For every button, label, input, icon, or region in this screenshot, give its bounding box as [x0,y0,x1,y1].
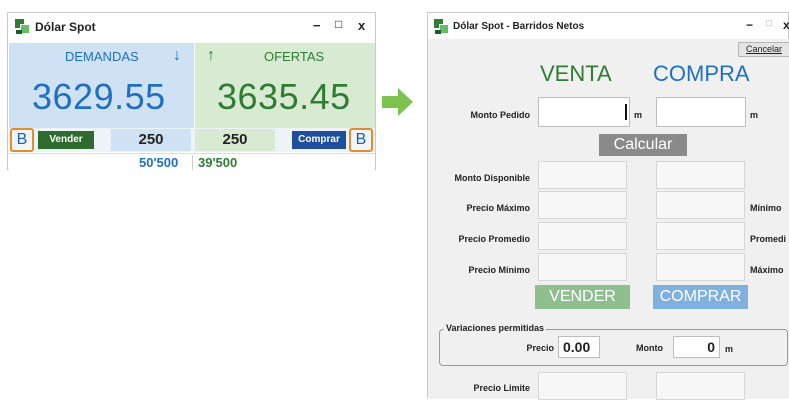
ofertas-label: OFERTAS [264,49,325,64]
maximo-label: Máximo [750,265,784,275]
close-icon[interactable]: x [783,18,789,32]
arrow-down-icon: ↓ [173,47,181,64]
ofertas-panel[interactable]: ↑ OFERTAS 3635.45 [195,43,375,128]
calcular-button[interactable]: Calcular [599,134,687,156]
oferta-volume: 39'500 [198,155,238,170]
variaciones-group [439,329,788,366]
ofertas-price: 3635.45 [217,76,351,117]
precio-minimo-label: Precio Mínimo [468,265,530,275]
cancelar-button[interactable]: Cancelar [738,42,789,57]
compra-precio-field-2 [656,222,745,250]
monto-variacion-label: Monto [636,343,663,353]
minimize-icon[interactable]: − [746,18,753,32]
b-button-left[interactable]: B [10,128,34,152]
monto-variacion-input[interactable]: 0 [673,336,720,358]
compra-monto-input[interactable] [656,97,746,127]
oferta-quantity[interactable]: 250 [195,129,275,151]
volume-divider [192,155,193,170]
venta-precio-limite-field [538,372,627,400]
vender-button[interactable]: Vender [38,131,94,149]
venta-precio-minimo-field [538,253,627,281]
monto-disponible-label: Monto Disponible [454,173,531,183]
right-arrow-icon [382,87,414,122]
demandas-label: DEMANDAS [65,49,139,64]
venta-unit: m [634,110,643,120]
venta-header: VENTA [540,61,612,86]
comprar-button[interactable]: Comprar [292,131,346,149]
demanda-volume: 50'500 [139,155,179,170]
app-logo-icon [15,19,31,35]
variaciones-label: Variaciones permitidas [444,323,547,333]
venta-precio-maximo-field [538,191,627,219]
demandas-price: 3629.55 [32,76,166,117]
compra-precio-field-3 [656,253,745,281]
compra-precio-field-1 [656,191,745,219]
window-title: Dólar Spot - Barridos Netos [453,21,585,32]
barridos-netos-window: Dólar Spot - Barridos Netos − □ x Cancel… [427,12,789,400]
app-logo-icon [434,19,450,35]
monto-variacion-unit: m [725,344,734,354]
precio-variacion-label: Precio [526,343,554,353]
form-body: Cancelar VENTA COMPRA Monto Pedido m m C… [428,39,789,400]
dolar-spot-window: Dólar Spot − □ x DEMANDAS ↓ 3629.55 ↑ OF… [7,12,376,170]
venta-precio-promedio-field [538,222,627,250]
demandas-panel[interactable]: DEMANDAS ↓ 3629.55 [9,43,194,128]
maximize-icon[interactable]: □ [766,18,772,29]
venta-monto-disponible-field [538,161,627,189]
title-bar[interactable]: Dólar Spot − □ x [8,13,375,41]
precio-variacion-input[interactable]: 0.00 [558,336,600,358]
comprar-button[interactable]: COMPRAR [653,285,748,309]
close-icon[interactable]: x [358,18,365,33]
precio-limite-label: Precio Limite [473,383,530,393]
window-title: Dólar Spot [35,20,96,34]
precio-maximo-label: Precio Máximo [466,203,530,213]
volume-row: 50'500 39'500 [9,153,375,170]
text-cursor [625,104,627,120]
demanda-quantity[interactable]: 250 [111,129,191,151]
maximize-icon[interactable]: □ [335,17,342,31]
vender-button[interactable]: VENDER [535,285,630,309]
arrow-up-icon: ↑ [207,47,215,64]
order-row: B Vender 250 250 Comprar B [9,128,375,152]
compra-precio-limite-field [656,372,745,400]
compra-monto-disponible-field [656,161,745,189]
minimo-label: Mínimo [750,203,782,213]
monto-pedido-label: Monto Pedido [470,110,531,120]
precio-promedio-label: Precio Promedio [458,234,530,244]
promedio-label: Promedi [750,234,787,244]
b-button-right[interactable]: B [349,128,373,152]
venta-monto-input[interactable] [538,97,630,127]
minimize-icon[interactable]: − [313,18,321,33]
compra-header: COMPRA [653,61,750,86]
compra-unit: m [750,110,759,120]
